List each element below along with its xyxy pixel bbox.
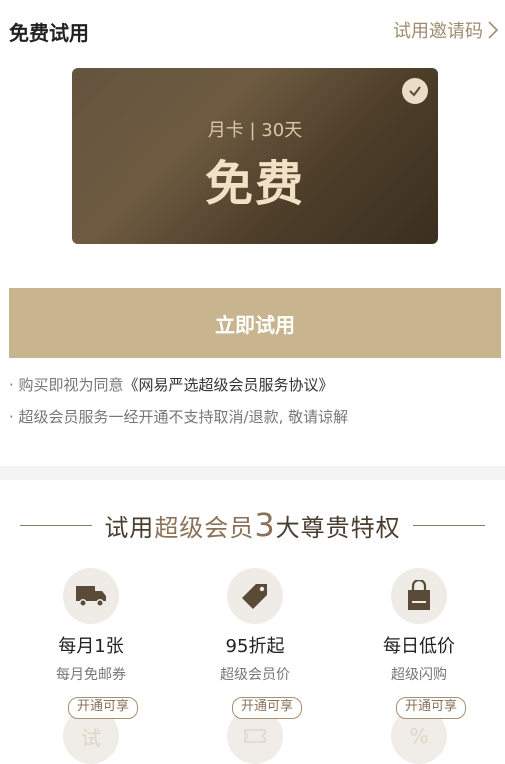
agreement-note: · 购买即视为同意《网易严选超级会员服务协议》 xyxy=(9,374,499,406)
member-badge: 开通可享 xyxy=(68,697,139,719)
check-icon xyxy=(402,78,428,104)
privileges-title: 试用超级会员3大尊贵特权 xyxy=(104,506,400,544)
shopping-bag-icon xyxy=(391,568,447,624)
benefit-name: 每月1张 xyxy=(58,636,124,657)
terms-notes: · 购买即视为同意《网易严选超级会员服务协议》 · 超级会员服务一经开通不支持取… xyxy=(9,374,499,438)
member-badge: 开通可享 xyxy=(232,697,303,719)
benefit-desc: 超级会员价 xyxy=(220,667,290,683)
benefit-name: 每日低价 xyxy=(383,636,455,657)
percent-glyph: % xyxy=(409,724,429,748)
invite-code-link[interactable]: 试用邀请码 xyxy=(393,17,499,43)
trial-coupon-glyph: 试 xyxy=(81,725,101,750)
benefit-desc: 超级闪购 xyxy=(391,667,447,683)
privileges-title-row: 试用超级会员3大尊贵特权 xyxy=(0,505,505,545)
benefit-discount[interactable]: 95折起 超级会员价 xyxy=(180,568,330,684)
card-price: 免费 xyxy=(204,156,305,212)
refund-note: · 超级会员服务一经开通不支持取消/退款, 敬请谅解 xyxy=(9,408,349,426)
title-part2: 超级会员 xyxy=(154,514,255,542)
page-title: 免费试用 xyxy=(9,21,89,45)
benefit-flash-sale[interactable]: 每日低价 超级闪购 xyxy=(344,568,494,684)
benefit-desc: 每月免邮券 xyxy=(56,667,126,683)
agreement-link[interactable]: 《网易严选超级会员服务协议》 xyxy=(124,376,334,394)
chevron-right-icon xyxy=(488,21,499,39)
benefit-name: 95折起 xyxy=(225,636,285,657)
card-subtitle: 月卡 | 30天 xyxy=(207,120,303,141)
agreement-prefix: · 购买即视为同意 xyxy=(9,376,124,394)
title-part3: 大尊贵特权 xyxy=(275,514,401,542)
section-divider xyxy=(0,466,505,480)
title-right-line xyxy=(412,524,485,526)
invite-code-label: 试用邀请码 xyxy=(393,21,483,42)
header-bar: 免费试用 试用邀请码 xyxy=(0,0,505,58)
benefit-free-shipping[interactable]: 每月1张 每月免邮券 xyxy=(16,568,166,684)
title-num: 3 xyxy=(254,506,276,544)
title-left-line xyxy=(20,524,93,526)
membership-card[interactable]: 月卡 | 30天 免费 xyxy=(72,68,438,244)
title-part1: 试用 xyxy=(104,514,155,542)
tag-icon xyxy=(227,568,283,624)
truck-icon xyxy=(63,568,119,624)
member-badge: 开通可享 xyxy=(396,697,467,719)
try-now-button[interactable]: 立即试用 xyxy=(9,288,501,358)
